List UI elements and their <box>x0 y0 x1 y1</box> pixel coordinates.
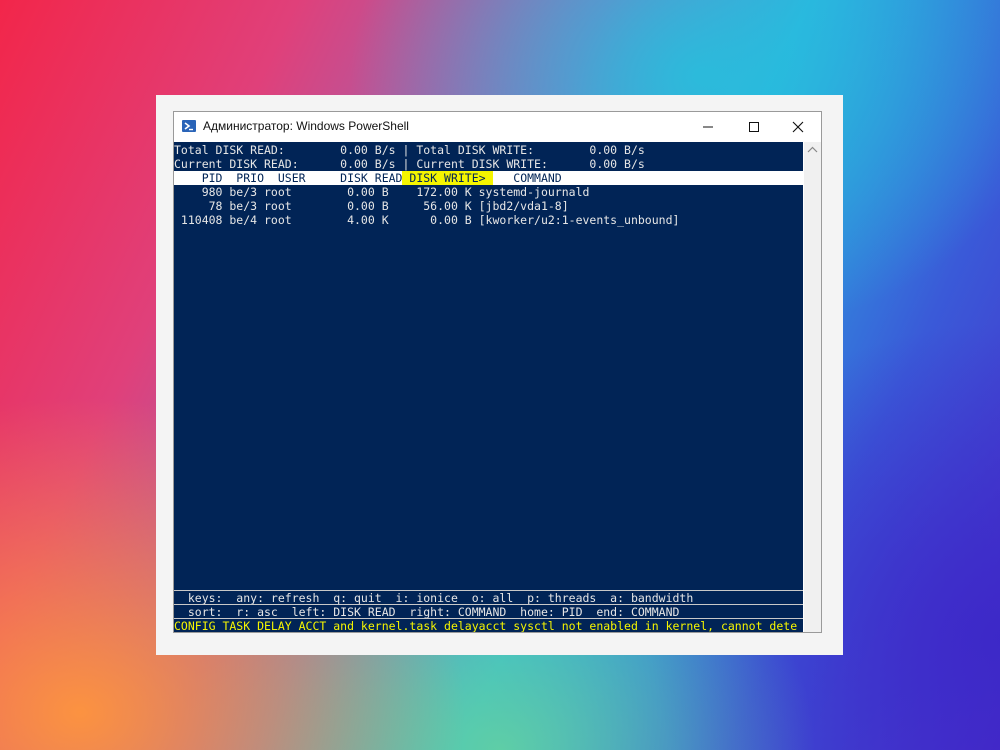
maximize-icon <box>749 122 759 132</box>
header-columns-left: PID PRIO USER DISK READ <box>174 171 403 185</box>
current-disk-summary: Current DISK READ: 0.00 B/s | Current DI… <box>174 157 645 171</box>
window-title: Администратор: Windows PowerShell <box>203 119 409 133</box>
vertical-scrollbar[interactable] <box>804 142 821 632</box>
sort-help: sort: r: asc left: DISK READ right: COMM… <box>174 605 680 619</box>
scroll-up-icon[interactable] <box>807 146 818 154</box>
process-row[interactable]: 78 be/3 root 0.00 B 56.00 K [jbd2/vda1-8… <box>174 199 803 213</box>
total-disk-summary: Total DISK READ: 0.00 B/s | Total DISK W… <box>174 143 645 157</box>
console-area[interactable]: Total DISK READ: 0.00 B/s | Total DISK W… <box>174 142 803 632</box>
powershell-window: Администратор: Windows PowerShell Total … <box>173 111 822 633</box>
process-row[interactable]: 110408 be/4 root 4.00 K 0.00 B [kworker/… <box>174 213 803 227</box>
warning-message: CONFIG_TASK_DELAY_ACCT and kernel.task_d… <box>174 619 798 632</box>
sorted-column-disk-write[interactable]: DISK WRITE> <box>402 171 493 185</box>
process-row[interactable]: 980 be/3 root 0.00 B 172.00 K systemd-jo… <box>174 185 803 199</box>
maximize-button[interactable] <box>731 112 777 142</box>
header-column-command: COMMAND <box>492 171 562 185</box>
column-header[interactable]: PID PRIO USER DISK READ DISK WRITE> COMM… <box>174 171 803 185</box>
minimize-icon <box>703 126 713 128</box>
minimize-button[interactable] <box>685 112 731 142</box>
close-button[interactable] <box>775 112 821 142</box>
close-icon <box>792 121 804 133</box>
title-bar[interactable]: Администратор: Windows PowerShell <box>174 112 821 142</box>
keys-help: keys: any: refresh q: quit i: ionice o: … <box>174 591 694 605</box>
powershell-icon <box>182 120 196 132</box>
